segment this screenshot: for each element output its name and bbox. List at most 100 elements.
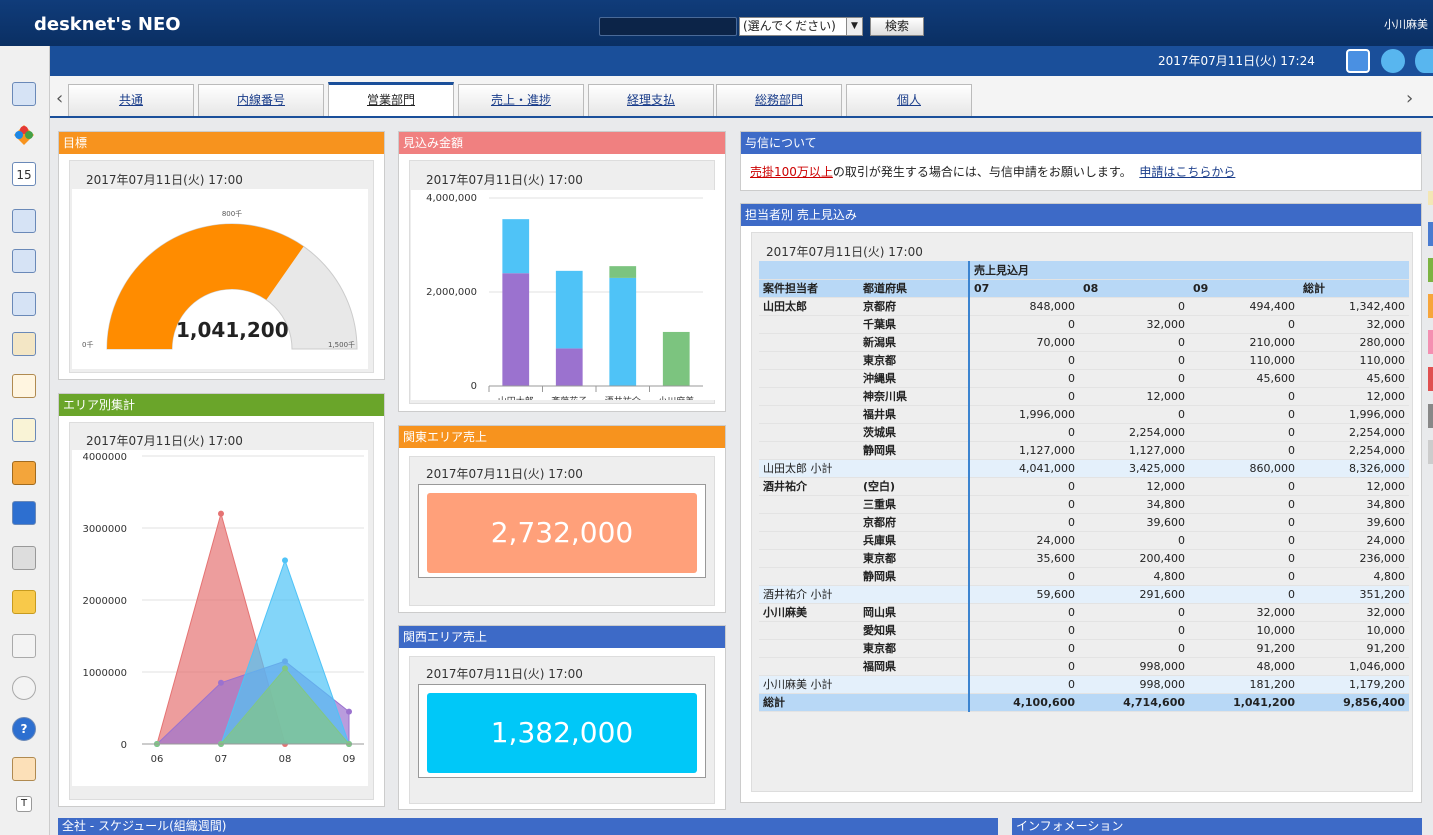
palette-swatch[interactable] (1428, 258, 1433, 282)
data-point (218, 510, 224, 517)
palette-swatch[interactable] (1428, 367, 1433, 391)
forecast-timestamp: 2017年07月11日(火) 17:00 (426, 173, 583, 187)
book-icon[interactable] (12, 461, 36, 485)
palette-swatch[interactable] (1428, 294, 1433, 318)
data-point (218, 679, 224, 686)
x-tick-label: 08 (279, 754, 292, 765)
table-cell: 70,000 (968, 333, 1079, 352)
support-icon[interactable] (12, 757, 36, 781)
bar (502, 219, 530, 274)
table-cell: 34,800 (1079, 495, 1189, 514)
table-cell (759, 657, 859, 676)
gauge-value: 1,041,200 (176, 318, 289, 342)
bar (609, 277, 637, 386)
tab-general-affairs[interactable]: 総務部門 (716, 84, 842, 116)
table-row: 沖縄県 0 0 45,600 45,600 (759, 369, 1409, 388)
data-point (282, 665, 288, 672)
webmail-icon[interactable] (12, 249, 36, 273)
palette-swatch[interactable] (1428, 222, 1433, 246)
schedule-title: 全社 - スケジュール(組織週間) (58, 818, 998, 835)
table-cell: 110,000 (1299, 351, 1409, 370)
palette-swatch[interactable] (1428, 440, 1433, 464)
search-button[interactable]: 検索 (870, 17, 924, 36)
table-cell: 4,800 (1079, 567, 1189, 586)
table-cell (759, 495, 859, 514)
y-tick-label: 3000000 (82, 524, 127, 535)
neo-app-icon[interactable] (12, 501, 36, 525)
table-cell: 07 (968, 279, 1079, 298)
list-icon[interactable] (12, 634, 36, 658)
search-input[interactable] (599, 17, 737, 36)
workflow-icon[interactable] (12, 332, 36, 356)
table-cell: 1,179,200 (1299, 675, 1409, 694)
gear-icon[interactable] (12, 676, 36, 700)
document-icon[interactable] (12, 418, 36, 442)
tab-common[interactable]: 共通 (68, 84, 194, 116)
table-cell: 0 (968, 513, 1079, 532)
tab-extension[interactable]: 内線番号 (198, 84, 324, 116)
help-icon[interactable]: ? (12, 717, 36, 741)
table-cell: 34,800 (1299, 495, 1409, 514)
table-cell: 0 (968, 477, 1079, 496)
broadcast-icon[interactable] (1346, 49, 1370, 73)
notepad-icon[interactable] (12, 374, 36, 398)
table-cell (759, 621, 859, 640)
table-cell: 0 (1079, 603, 1189, 622)
credit-threshold-link[interactable]: 売掛100万以上 (750, 165, 833, 179)
chat-icon[interactable] (1381, 49, 1405, 73)
bar (502, 273, 530, 386)
table-cell: 三重県 (859, 495, 969, 514)
tab-prev-icon[interactable]: ‹ (56, 88, 63, 109)
palette-swatch[interactable] (1428, 330, 1433, 354)
search-category-select[interactable]: (選んでください) ▼ (739, 17, 863, 36)
table-cell: 0 (1079, 369, 1189, 388)
bar (609, 266, 637, 278)
table-cell: 24,000 (968, 531, 1079, 550)
user-name[interactable]: 小川麻美 (1384, 16, 1428, 32)
table-row: 小川麻美 岡山県 0 0 32,000 32,000 (759, 603, 1409, 622)
report-icon[interactable] (12, 292, 36, 316)
tab-sales-dept[interactable]: 営業部門 (328, 82, 454, 116)
table-cell: 200,400 (1079, 549, 1189, 568)
table-cell: 291,600 (1079, 585, 1189, 604)
sidebar: 15 ? T (0, 46, 50, 835)
folder-icon[interactable] (12, 590, 36, 614)
palette-swatch[interactable] (1428, 404, 1433, 428)
table-cell: 1,996,000 (1299, 405, 1409, 424)
folder-gray-icon[interactable] (12, 546, 36, 570)
table-cell: 45,600 (1299, 369, 1409, 388)
text-size-icon[interactable]: T (16, 796, 32, 812)
credit-apply-link[interactable]: 申請はこちらから (1139, 165, 1235, 179)
table-row: 東京都 0 0 110,000 110,000 (759, 351, 1409, 370)
table-cell: 181,200 (1189, 675, 1299, 694)
table-cell: 案件担当者 (759, 279, 859, 298)
bar (555, 348, 583, 386)
table-cell: 12,000 (1079, 387, 1189, 406)
table-cell (759, 315, 859, 334)
gauge-max-label: 1,500千 (328, 340, 355, 349)
apps-icon[interactable] (12, 123, 36, 147)
table-row: 茨城県 0 2,254,000 0 2,254,000 (759, 423, 1409, 442)
table-cell: 08 (1079, 279, 1189, 298)
tab-personal[interactable]: 個人 (846, 84, 972, 116)
table-cell: 0 (1189, 387, 1299, 406)
table-cell: 都道府県 (859, 279, 969, 298)
calendar-icon[interactable]: 15 (12, 162, 36, 186)
tab-sales-progress[interactable]: 売上・進捗 (458, 84, 584, 116)
portal-icon[interactable] (12, 82, 36, 106)
table-cell (859, 585, 969, 604)
user-icon[interactable] (1415, 49, 1433, 73)
table-cell: 110,000 (1189, 351, 1299, 370)
table-cell: 茨城県 (859, 423, 969, 442)
data-point (346, 708, 352, 715)
gauge-mid-label: 800千 (222, 209, 242, 218)
forecast-bar-chart: 4,000,0002,000,0000山田太郎斉藤花子酒井祐介小川麻美 (411, 190, 716, 400)
tab-accounting[interactable]: 経理支払 (588, 84, 714, 116)
table-cell: 0 (968, 603, 1079, 622)
app-logo[interactable]: desknet's NEO (34, 14, 181, 35)
table-cell: 静岡県 (859, 567, 969, 586)
table-cell: 0 (968, 351, 1079, 370)
palette-swatch[interactable] (1428, 191, 1433, 205)
tab-next-icon[interactable]: › (1406, 88, 1413, 109)
mail-icon[interactable] (12, 209, 36, 233)
